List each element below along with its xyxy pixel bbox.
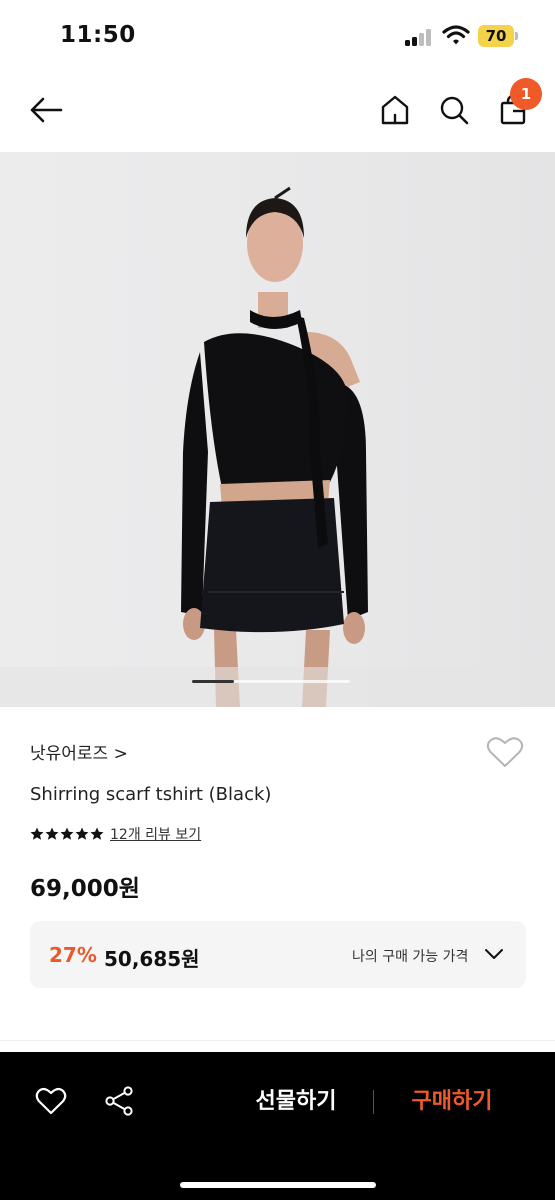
discount-price: 50,685원	[104, 947, 200, 971]
arrow-left-icon	[30, 97, 63, 123]
bottom-action-bar: 선물하기 구매하기	[0, 1052, 555, 1200]
rating-stars	[30, 827, 104, 841]
buy-button[interactable]: 구매하기	[396, 1082, 508, 1122]
my-price-dropdown[interactable]: 27% 50,685원 나의 구매 가능 가격	[30, 921, 526, 988]
cellular-signal-icon	[405, 28, 435, 46]
heart-outline-icon	[486, 737, 524, 767]
home-button[interactable]	[374, 88, 416, 132]
model-photo	[0, 186, 555, 707]
review-link[interactable]: 12개 리뷰 보기	[110, 824, 201, 844]
star-icon	[90, 827, 104, 840]
section-divider	[0, 1040, 555, 1041]
status-bar: 11:50 70	[0, 0, 555, 72]
search-button[interactable]	[433, 88, 475, 132]
battery-level: 70	[478, 25, 514, 47]
brand-link[interactable]: 낫유어로즈 >	[30, 739, 128, 764]
battery-indicator: 70	[478, 25, 518, 47]
status-time: 11:50	[60, 22, 136, 48]
share-icon	[105, 1086, 133, 1116]
my-price-label: 나의 구매 가능 가격	[352, 949, 469, 965]
product-name: Shirring scarf tshirt (Black)	[30, 784, 272, 805]
like-button[interactable]	[34, 1084, 68, 1118]
heart-outline-icon	[35, 1087, 67, 1115]
home-indicator[interactable]	[180, 1182, 376, 1188]
gift-button[interactable]: 선물하기	[240, 1082, 352, 1122]
image-pager-active	[192, 680, 234, 683]
star-icon	[45, 827, 59, 840]
product-price: 69,000원	[30, 876, 140, 902]
rating-row: 12개 리뷰 보기	[30, 824, 201, 844]
star-icon	[75, 827, 89, 840]
chevron-down-icon	[485, 949, 503, 959]
back-button[interactable]	[22, 88, 70, 132]
search-icon	[440, 96, 469, 125]
wifi-icon	[442, 24, 470, 46]
bar-divider	[373, 1090, 374, 1114]
star-icon	[30, 827, 44, 840]
top-nav-bar: 1	[0, 72, 555, 152]
product-image[interactable]	[0, 152, 555, 707]
cart-count-badge: 1	[510, 78, 542, 110]
star-icon	[60, 827, 74, 840]
home-icon	[381, 95, 409, 125]
product-info: 낫유어로즈 > Shirring scarf tshirt (Black) 12…	[0, 707, 555, 1047]
discount-rate: 27%	[49, 943, 97, 967]
battery-tip	[515, 32, 518, 40]
share-button[interactable]	[102, 1084, 136, 1118]
wishlist-button[interactable]	[486, 735, 526, 771]
image-pager	[192, 680, 350, 683]
